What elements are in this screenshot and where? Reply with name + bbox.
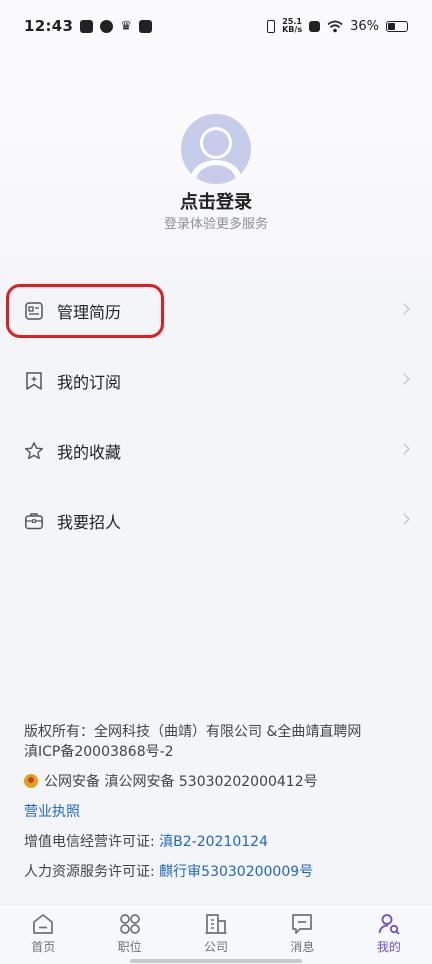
police-record-text: 公网安备 滇公网安备 53030202000412号 [44, 774, 318, 790]
business-license-row: 营业执照 [24, 802, 424, 822]
hr-license-label: 人力资源服务许可证: [24, 864, 160, 880]
annotation-highlight [6, 284, 164, 338]
login-title[interactable]: 点击登录 [0, 188, 432, 214]
profile-search-icon [378, 914, 400, 935]
battery-percent: 36% [350, 18, 379, 34]
legal-footer: 版权所有：全网科技（曲靖）有限公司 &全曲靖直聘网 滇ICP备20003868号… [24, 722, 424, 882]
telecom-license-label: 增值电信经营许可证: [24, 834, 160, 850]
tab-company[interactable]: 公司 [173, 905, 259, 964]
crown-icon: ♛ [120, 18, 132, 34]
chevron-right-icon [398, 303, 410, 315]
tab-mine[interactable]: 我的 [346, 905, 432, 964]
avatar[interactable] [181, 114, 251, 184]
profile-header[interactable]: 点击登录 登录体验更多服务 [0, 52, 432, 276]
status-right: 25.1 KB/s 36% [267, 18, 408, 34]
tab-label: 职位 [117, 940, 142, 954]
tab-label: 公司 [204, 940, 229, 954]
tab-label: 消息 [290, 940, 315, 954]
menu-list: 管理简历 我的订阅 我的收藏 我要招人 [0, 276, 432, 556]
menu-item-manage-resume[interactable]: 管理简历 [0, 276, 432, 346]
message-icon [292, 914, 313, 934]
menu-item-favorites[interactable]: 我的收藏 [0, 416, 432, 486]
default-avatar-icon [189, 127, 243, 184]
net-speed: 25.1 KB/s [282, 18, 302, 34]
building-icon [205, 914, 227, 934]
tab-label: 我的 [376, 940, 401, 954]
police-record-row: 公网安备 滇公网安备 53030202000412号 [24, 772, 424, 792]
menu-item-recruit[interactable]: 我要招人 [0, 486, 432, 556]
chevron-right-icon [398, 513, 410, 525]
copyright-line-1: 版权所有：全网科技（曲靖）有限公司 &全曲靖直聘网 [24, 724, 362, 740]
menu-label: 我的订阅 [57, 373, 122, 392]
chevron-right-icon [398, 373, 410, 385]
briefcase-icon [25, 513, 43, 530]
copyright-line-2: 滇ICP备20003868号-2 [24, 744, 174, 760]
grid-icon [119, 914, 140, 934]
tab-home[interactable]: 首页 [0, 905, 86, 964]
status-left: 12:43 ♛ [24, 17, 152, 35]
hr-license-row: 人力资源服务许可证: 麒行审53030200009号 [24, 862, 424, 882]
bottom-tab-bar: 首页 职位 公司 消息 我的 [0, 904, 432, 964]
hr-license-link[interactable]: 麒行审53030200009号 [159, 864, 313, 880]
menu-item-subscriptions[interactable]: 我的订阅 [0, 346, 432, 416]
police-badge-icon [24, 774, 38, 788]
business-license-link[interactable]: 营业执照 [24, 804, 80, 820]
telecom-license-link[interactable]: 滇B2-20210124 [159, 834, 268, 850]
tab-jobs[interactable]: 职位 [86, 905, 172, 964]
app-notification-icon [100, 19, 114, 33]
mail-icon [138, 19, 152, 33]
telecom-license-row: 增值电信经营许可证: 滇B2-20210124 [24, 832, 424, 852]
home-icon [33, 914, 54, 934]
tiktok-icon [80, 19, 94, 33]
vibrate-icon [267, 19, 276, 33]
no-sim-icon [309, 20, 321, 32]
star-icon [25, 442, 43, 460]
chevron-right-icon [398, 443, 410, 455]
wifi-icon [327, 20, 343, 32]
menu-label: 我要招人 [57, 513, 122, 532]
tab-label: 首页 [31, 940, 56, 954]
login-subtitle: 登录体验更多服务 [163, 217, 268, 232]
home-indicator[interactable] [130, 959, 302, 963]
status-time: 12:43 [24, 17, 74, 35]
net-speed-unit: KB/s [282, 25, 303, 34]
bookmark-plus-icon [26, 372, 42, 390]
menu-label: 我的收藏 [57, 443, 122, 462]
tab-messages[interactable]: 消息 [259, 905, 345, 964]
status-bar: 12:43 ♛ 25.1 KB/s 36% [0, 0, 432, 52]
battery-icon [386, 20, 408, 32]
